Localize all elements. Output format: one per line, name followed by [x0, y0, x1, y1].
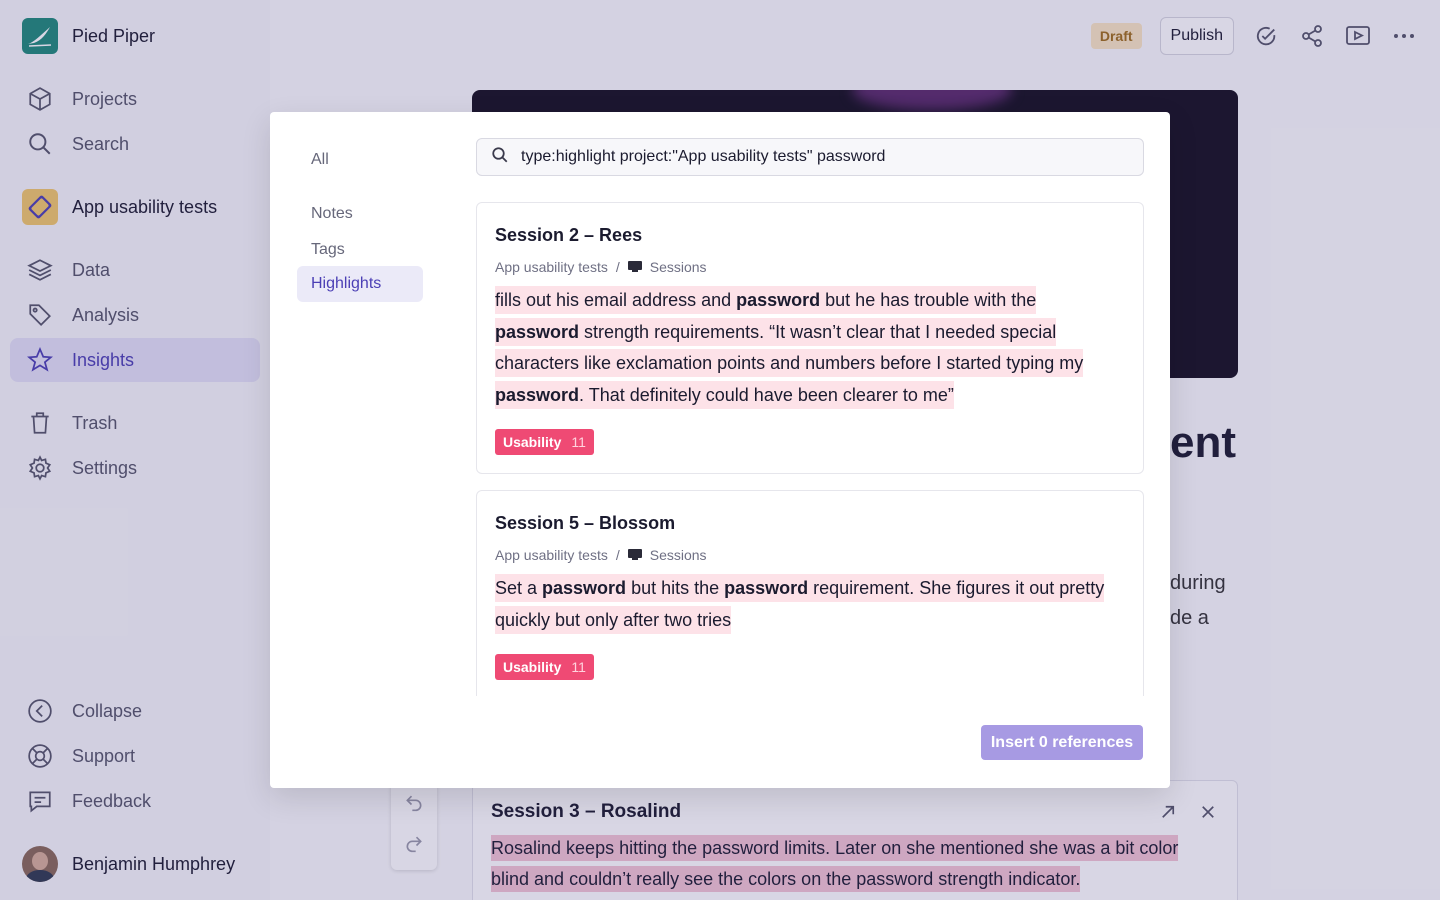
- tag-count: 11: [571, 659, 586, 675]
- quote-text: but he has trouble with the: [820, 290, 1037, 310]
- result-quote: fills out his email address and password…: [495, 285, 1125, 411]
- quote-highlight: Set a password but hits the password req…: [495, 574, 1105, 634]
- tag-badge[interactable]: Usability 11: [495, 654, 594, 680]
- quote-text: but hits the: [626, 578, 725, 598]
- quote-text: fills out his email address and: [495, 290, 737, 310]
- results-list: Session 2 – Rees App usability tests / S…: [476, 202, 1144, 696]
- quote-keyword: password: [542, 578, 627, 598]
- breadcrumb-project[interactable]: App usability tests: [495, 547, 608, 563]
- insert-references-button[interactable]: Insert 0 references: [981, 725, 1143, 760]
- quote-keyword: password: [495, 321, 580, 342]
- quote-keyword: password: [724, 578, 809, 598]
- quote-text: strength requirements. “It wasn’t clear …: [495, 321, 1084, 374]
- monitor-icon: [627, 261, 642, 273]
- breadcrumb-folder[interactable]: Sessions: [650, 547, 707, 563]
- result-title: Session 5 – Blossom: [495, 513, 676, 533]
- filter-tags[interactable]: Tags: [297, 232, 423, 268]
- filter-all[interactable]: All: [297, 142, 423, 178]
- search-input[interactable]: [521, 148, 1121, 166]
- result-quote: Set a password but hits the password req…: [495, 573, 1125, 636]
- result-title: Session 2 – Rees: [495, 225, 643, 245]
- breadcrumb: App usability tests / Sessions: [495, 259, 707, 275]
- filter-highlights[interactable]: Highlights: [297, 266, 423, 302]
- tag-count: 11: [571, 434, 586, 450]
- search-icon: [491, 146, 509, 169]
- result-card[interactable]: Session 5 – Blossom App usability tests …: [476, 490, 1144, 696]
- monitor-icon: [627, 549, 642, 561]
- tag-badge[interactable]: Usability 11: [495, 429, 594, 455]
- filter-notes[interactable]: Notes: [297, 196, 423, 232]
- tag-label: Usability: [503, 434, 562, 450]
- breadcrumb-folder[interactable]: Sessions: [650, 259, 707, 275]
- quote-text: . That definitely could have been cleare…: [579, 384, 954, 405]
- quote-text: Set a: [495, 578, 543, 598]
- quote-keyword: password: [736, 290, 821, 310]
- breadcrumb-project[interactable]: App usability tests: [495, 259, 608, 275]
- tag-label: Usability: [503, 659, 562, 675]
- breadcrumb-separator: /: [615, 259, 620, 275]
- breadcrumb-separator: /: [615, 547, 620, 563]
- quote-highlight: fills out his email address and password…: [495, 286, 1084, 409]
- breadcrumb: App usability tests / Sessions: [495, 547, 707, 563]
- result-card[interactable]: Session 2 – Rees App usability tests / S…: [476, 202, 1144, 474]
- search-box: [476, 138, 1144, 176]
- reference-search-modal: All Notes Tags Highlights Session 2 – Re…: [270, 112, 1170, 788]
- quote-keyword: password: [495, 384, 580, 405]
